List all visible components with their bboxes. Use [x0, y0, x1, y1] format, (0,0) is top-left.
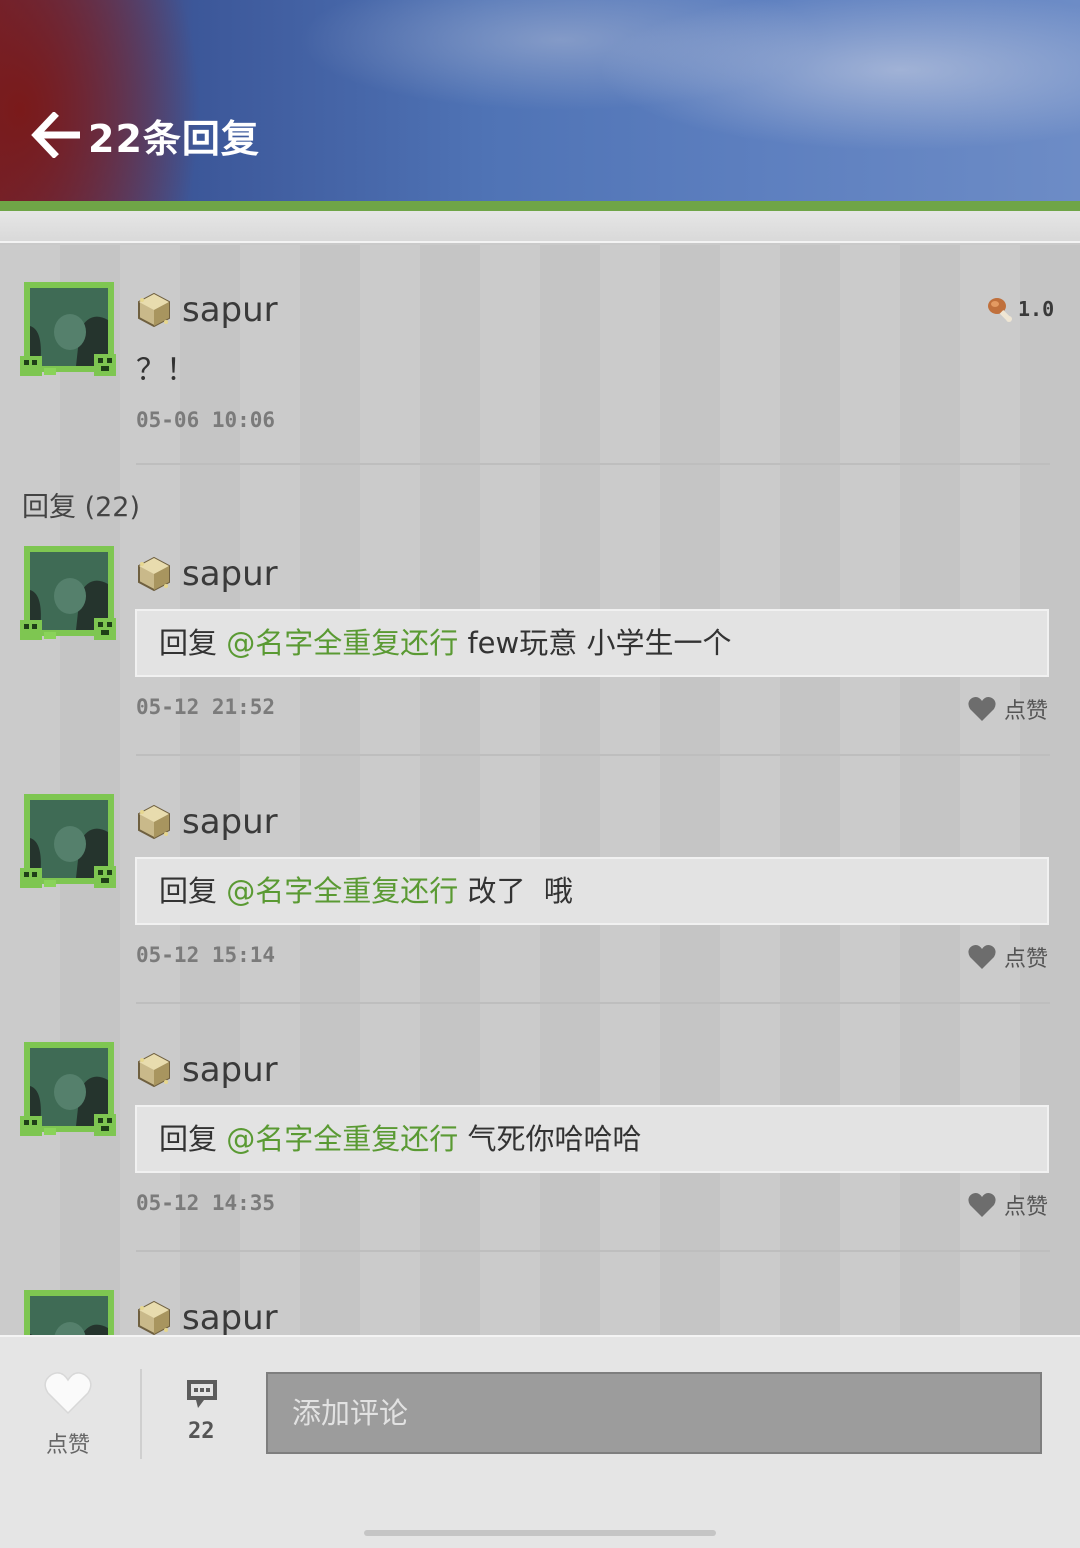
like-label: 点赞 [1004, 947, 1049, 972]
like-post-button[interactable]: 点赞 [44, 1371, 96, 1461]
replies-count-label: 回复 (22) [22, 492, 141, 523]
reply-timestamp: 05-12 15:14 [136, 943, 276, 967]
comment-thread[interactable]: sapur 1.0 ？！ 05-06 10:06 回复 (22) sapur 回… [0, 245, 1080, 1335]
mention-link[interactable]: @名字全重复还行 [226, 874, 458, 908]
username[interactable]: sapur [182, 554, 278, 594]
reply-bubble: 回复 @名字全重复还行 few玩意 小学生一个 [135, 609, 1049, 677]
username[interactable]: sapur [182, 1050, 278, 1090]
reply-prefix: 回复 [159, 626, 218, 660]
mention-link[interactable]: @名字全重复还行 [226, 1122, 458, 1156]
reply-text: 改了 哦 [467, 874, 573, 908]
like-label: 点赞 [1004, 1195, 1049, 1220]
arrow-left-icon[interactable] [30, 112, 82, 158]
heart-icon [968, 945, 996, 969]
cube-gem-icon [138, 556, 170, 592]
divider [136, 1002, 1050, 1004]
divider [136, 754, 1050, 756]
cube-gem-icon [138, 292, 170, 328]
avatar[interactable] [20, 792, 116, 888]
drumstick-icon [988, 298, 1012, 322]
reply-prefix: 回复 [159, 1122, 218, 1156]
header-shadow-strip [0, 211, 1080, 243]
heart-icon [968, 697, 996, 721]
page-title: 22条回复 [88, 117, 260, 161]
reply-timestamp: 05-12 21:52 [136, 695, 276, 719]
reply-bubble: 回复 @名字全重复还行 改了 哦 [135, 857, 1049, 925]
cube-gem-icon [138, 1052, 170, 1088]
post-text: ？！ [136, 353, 196, 388]
cube-gem-icon [138, 1300, 170, 1335]
comment-count: 22 [188, 1419, 215, 1444]
avatar[interactable] [20, 280, 116, 376]
username[interactable]: sapur [182, 1298, 278, 1335]
reply-timestamp: 05-12 14:35 [136, 1191, 276, 1215]
version-tag: 1.0 [986, 295, 1054, 327]
header-accent-bar [0, 201, 1080, 211]
comments-button[interactable]: 22 [186, 1379, 220, 1459]
bottom-action-bar: 点赞 22 [0, 1335, 1080, 1548]
reply-bubble: 回复 @名字全重复还行 气死你哈哈哈 [135, 1105, 1049, 1173]
divider [136, 463, 1050, 465]
divider [136, 1250, 1050, 1252]
like-label: 点赞 [46, 1433, 91, 1458]
reply-text: few玩意 小学生一个 [467, 626, 732, 660]
avatar[interactable] [20, 544, 116, 640]
cube-gem-icon [138, 804, 170, 840]
post-timestamp: 05-06 10:06 [136, 408, 276, 432]
heart-icon [968, 1193, 996, 1217]
header: 22条回复 [0, 0, 1080, 203]
home-indicator [364, 1530, 716, 1536]
avatar[interactable] [20, 1040, 116, 1136]
reply-text: 气死你哈哈哈 [467, 1122, 642, 1156]
divider [140, 1369, 142, 1459]
heart-icon [44, 1372, 92, 1415]
mention-link[interactable]: @名字全重复还行 [226, 626, 458, 660]
username[interactable]: sapur [182, 290, 278, 330]
username[interactable]: sapur [182, 802, 278, 842]
chat-bubble-icon [187, 1380, 217, 1408]
reply-prefix: 回复 [159, 874, 218, 908]
version-number: 1.0 [1018, 297, 1055, 321]
comment-input[interactable] [266, 1372, 1042, 1454]
like-label: 点赞 [1004, 699, 1049, 724]
avatar[interactable] [20, 1288, 116, 1335]
